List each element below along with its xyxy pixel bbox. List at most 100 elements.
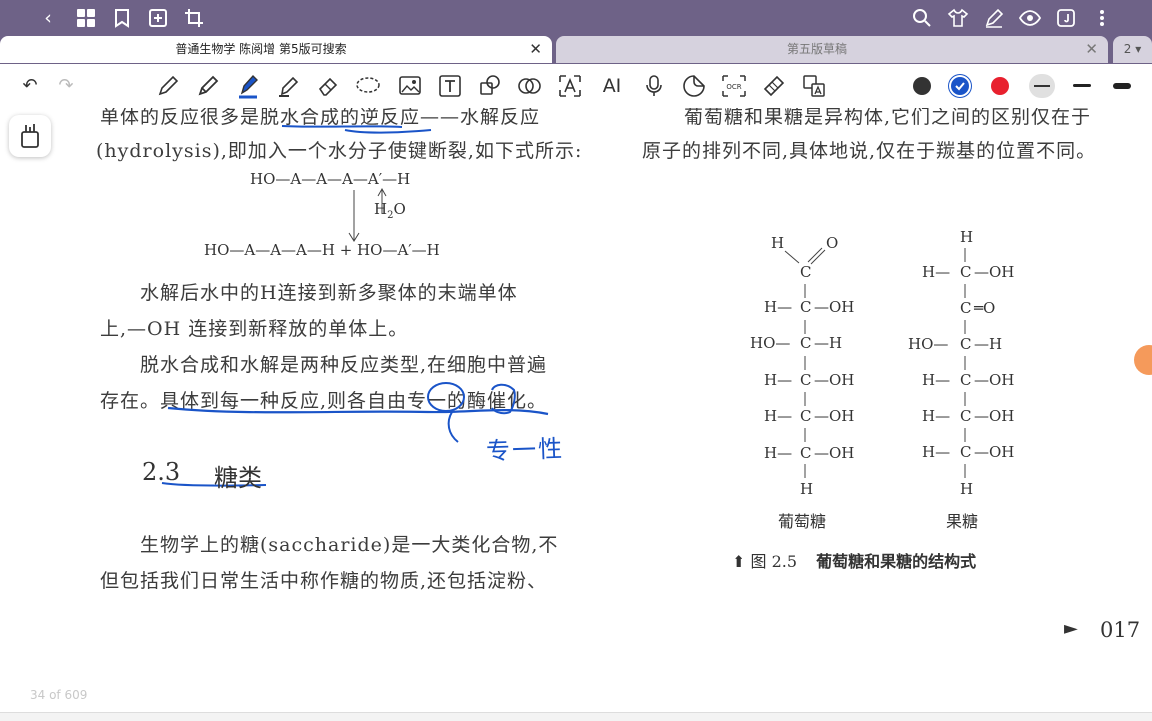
color-swatch-black[interactable]	[913, 77, 931, 95]
glucose-carbon: C	[800, 298, 812, 316]
glucose-carbon: C	[800, 334, 812, 352]
glucose-left: H—	[764, 371, 793, 389]
caption-text: 葡萄糖和果糖的结构式	[816, 552, 977, 571]
tab-active-document[interactable]: 普通生物学 陈阅增 第5版可搜索 ✕	[0, 36, 552, 63]
image-icon[interactable]	[396, 73, 424, 99]
stroke-width-thick[interactable]	[1113, 83, 1131, 89]
shape-icon[interactable]	[476, 73, 504, 99]
color-swatch-red[interactable]	[991, 77, 1009, 95]
glucose-label: 葡萄糖	[778, 512, 827, 531]
fructose-left: HO—	[908, 335, 949, 353]
color-swatch-blue-selected[interactable]	[951, 77, 969, 95]
glucose-left: H—	[764, 407, 793, 425]
fructose-carbon: C	[960, 299, 972, 317]
highlighter-pen-icon[interactable]	[234, 73, 262, 99]
section-number: 2.3	[142, 458, 181, 486]
glucose-right: —OH	[814, 444, 855, 462]
crop-icon[interactable]	[182, 6, 206, 30]
pen-icon[interactable]	[194, 73, 222, 99]
left-text-line: 生物学上的糖(saccharide)是一大类化合物,不	[140, 534, 559, 556]
tape-icon[interactable]	[760, 73, 788, 99]
glucose-right: —H	[814, 334, 843, 352]
microphone-icon[interactable]	[640, 73, 668, 99]
tab-strip: 普通生物学 陈阅增 第5版可搜索 ✕ 第五版草稿 ✕ 2 ▾	[0, 36, 1152, 64]
bookmark-icon[interactable]	[110, 6, 134, 30]
fructose-carbon: C	[960, 443, 972, 461]
eye-icon[interactable]	[1018, 6, 1042, 30]
redo-icon[interactable]: ↷	[52, 73, 80, 99]
stroke-width-medium[interactable]	[1073, 84, 1091, 87]
glucose-left: HO—	[750, 334, 791, 352]
fructose-right: —OH	[974, 263, 1015, 281]
glucose-left: H—	[764, 298, 793, 316]
annotation-toolbar: ↶ ↷ AI OCR	[0, 64, 1152, 109]
fructose-left: H—	[922, 407, 951, 425]
add-page-icon[interactable]	[146, 6, 170, 30]
caption-figure-number: 图 2.5	[750, 552, 798, 571]
close-tab-icon[interactable]: ✕	[1085, 36, 1098, 63]
back-icon[interactable]: ‹	[36, 6, 60, 30]
tab-count-dropdown[interactable]: 2 ▾	[1113, 36, 1152, 63]
sticker-icon[interactable]	[680, 73, 708, 99]
search-icon[interactable]	[910, 6, 934, 30]
caption-arrow-icon: ⬆	[732, 552, 746, 571]
grid-icon[interactable]	[74, 6, 98, 30]
fructose-right: —OH	[974, 371, 1015, 389]
link-icon[interactable]	[516, 73, 544, 99]
text-box-icon[interactable]	[436, 73, 464, 99]
fructose-structure: H H— C —OH C ═O HO— C —H H— C —OH H— C —…	[900, 226, 1040, 526]
text-select-icon[interactable]	[556, 73, 584, 99]
pen-edit-icon[interactable]	[982, 6, 1006, 30]
page-marker-arrow-icon: ►	[1064, 618, 1078, 639]
reader-icon[interactable]	[1054, 6, 1078, 30]
close-tab-icon[interactable]: ✕	[529, 36, 542, 63]
fructose-right: —OH	[974, 443, 1015, 461]
pdf-page[interactable]: 单体的反应很多是脱水合成的逆反应——水解反应 (hydrolysis),即加入一…	[0, 108, 1152, 712]
ocr-label: OCR	[726, 83, 741, 91]
fructose-top-h: H	[960, 228, 974, 246]
tshirt-icon[interactable]	[946, 6, 970, 30]
eraser-icon[interactable]	[314, 73, 342, 99]
handwritten-annotations	[161, 125, 549, 487]
fructose-left: H—	[922, 371, 951, 389]
fructose-bottom-h: H	[960, 480, 974, 498]
glucose-carbon: C	[800, 371, 812, 389]
section-title: 糖类	[214, 464, 262, 492]
glucose-left: H—	[764, 444, 793, 462]
handwritten-note: 专一性	[485, 434, 565, 466]
more-icon[interactable]	[1090, 6, 1114, 30]
glucose-right: —OH	[814, 371, 855, 389]
glucose-carbon: C	[800, 444, 812, 462]
fructose-right: —OH	[974, 407, 1015, 425]
glucose-right: —OH	[814, 298, 855, 316]
tab-label: 第五版草稿	[786, 42, 847, 56]
glucose-right: —OH	[814, 407, 855, 425]
pen-case-icon[interactable]	[9, 115, 51, 157]
lasso-icon[interactable]	[354, 73, 382, 99]
fructose-carbon: C	[960, 371, 972, 389]
undo-icon[interactable]: ↶	[16, 73, 44, 99]
fructose-carbonyl: ═O	[974, 299, 996, 317]
pencil-icon[interactable]	[154, 73, 182, 99]
tab-label: 普通生物学 陈阅增 第5版可搜索	[175, 42, 347, 56]
ocr-icon[interactable]: OCR	[720, 73, 748, 99]
fructose-label: 果糖	[946, 512, 979, 531]
printed-page-number: 017	[1100, 618, 1141, 642]
ai-icon[interactable]: AI	[598, 73, 626, 99]
translate-icon[interactable]	[800, 73, 828, 99]
stroke-width-thin-selected[interactable]	[1029, 74, 1055, 98]
fructose-left: H—	[922, 443, 951, 461]
fructose-carbon: C	[960, 407, 972, 425]
fructose-right: —H	[974, 335, 1003, 353]
glucose-bottom-h: H	[800, 480, 814, 498]
glucose-carbon: C	[800, 407, 812, 425]
page-indicator: 34 of 609	[30, 688, 88, 702]
marker-icon[interactable]	[274, 73, 302, 99]
fructose-carbon: C	[960, 335, 972, 353]
right-text-line: 原子的排列不同,具体地说,仅在于羰基的位置不同。	[642, 140, 1097, 162]
left-text-line: 存在。具体到每一种反应,则各自由专一的酶催化。	[100, 390, 548, 412]
tab-draft-document[interactable]: 第五版草稿 ✕	[556, 36, 1108, 63]
glucose-structure: H O C H— C —OH HO— C —H H— C —OH H— C —O…	[740, 234, 880, 524]
right-text-line: 葡萄糖和果糖是异构体,它们之间的区别仅在于	[684, 108, 1092, 128]
fructose-carbon: C	[960, 263, 972, 281]
